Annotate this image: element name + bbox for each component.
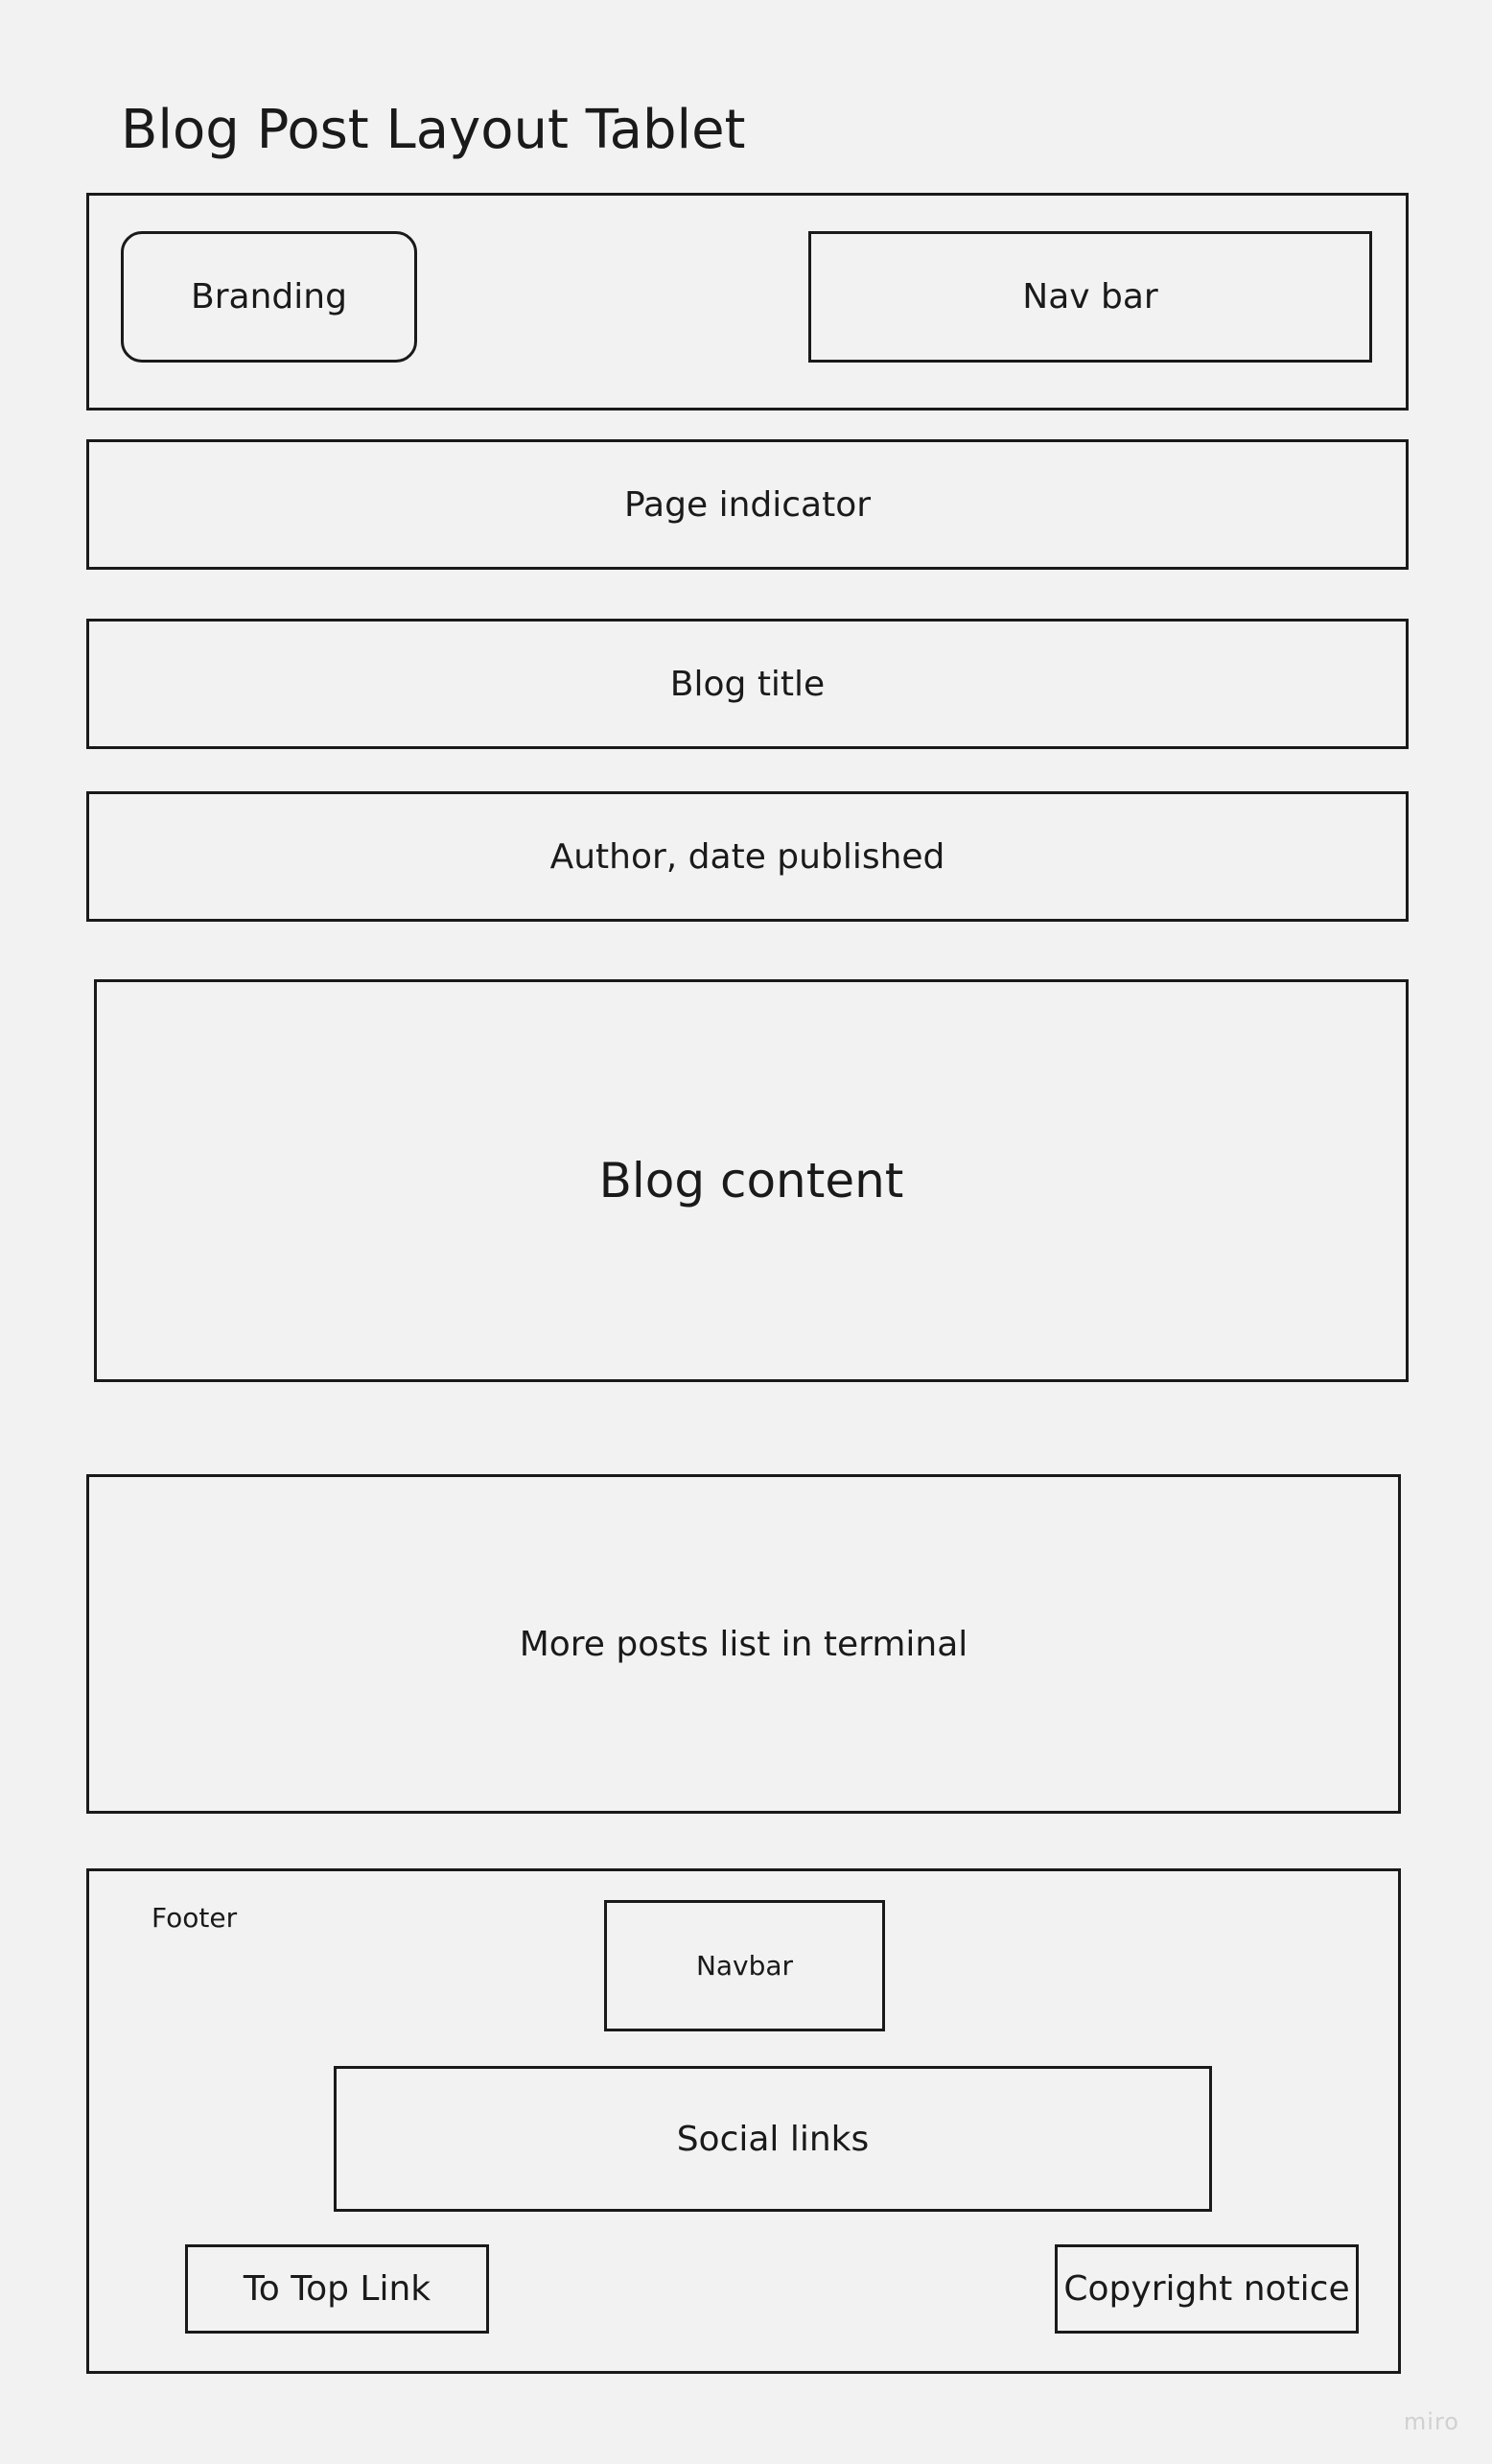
- blog-content-box: Blog content: [94, 979, 1409, 1382]
- nav-bar-box: Nav bar: [808, 231, 1372, 363]
- page-title: Blog Post Layout Tablet: [121, 99, 746, 161]
- page-indicator-box: Page indicator: [86, 439, 1409, 570]
- branding-box: Branding: [121, 231, 417, 363]
- social-links-box: Social links: [334, 2066, 1212, 2212]
- footer-label: Footer: [152, 1902, 238, 1934]
- more-posts-box: More posts list in terminal: [86, 1474, 1401, 1814]
- author-date-box: Author, date published: [86, 791, 1409, 922]
- miro-watermark: miro: [1403, 2408, 1459, 2435]
- blog-title-box: Blog title: [86, 619, 1409, 749]
- copyright-notice-box: Copyright notice: [1055, 2244, 1359, 2334]
- to-top-link-box: To Top Link: [185, 2244, 489, 2334]
- footer-navbar-box: Navbar: [604, 1900, 885, 2031]
